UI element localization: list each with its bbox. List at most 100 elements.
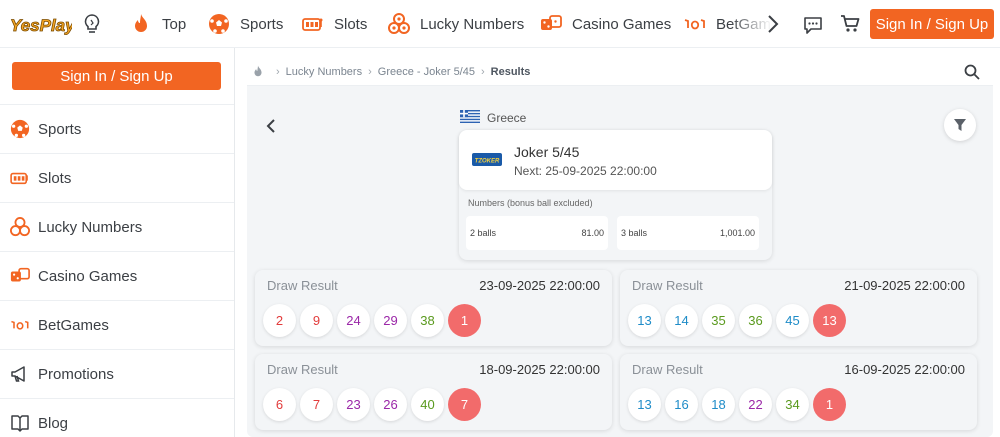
nav-top[interactable]: Top: [130, 12, 186, 36]
ball: 40: [411, 388, 444, 421]
sidebar: Sign In / Sign Up Sports Slots Lucky Num…: [0, 48, 235, 437]
ball: 7: [300, 388, 333, 421]
filter-button[interactable]: [944, 109, 976, 141]
draw-result-label: Draw Result: [267, 278, 338, 293]
odds-label: 3 balls: [621, 228, 648, 238]
flame-icon: [130, 13, 152, 35]
sidebar-item-lucky-numbers[interactable]: Lucky Numbers: [0, 202, 234, 251]
chat-icon[interactable]: [802, 14, 824, 36]
breadcrumb: › Lucky Numbers › Greece - Joker 5/45 › …: [247, 58, 993, 86]
odds-value: 1,001.00: [719, 228, 755, 238]
nav-fade-overlay: [730, 8, 790, 40]
tzoker-logo: TZOKER: [471, 150, 503, 170]
nav-casino-games[interactable]: Casino Games: [540, 12, 671, 36]
draw-result-card: Draw Result 23-09-2025 22:00:00 2 9 24 2…: [255, 270, 612, 346]
ball: 45: [776, 304, 809, 337]
sidebar-item-blog[interactable]: Blog: [0, 398, 234, 437]
ball: 13: [628, 304, 661, 337]
ball: 14: [665, 304, 698, 337]
slot-machine-icon: [302, 13, 324, 35]
sidebar-item-casino-games[interactable]: Casino Games: [0, 251, 234, 300]
megaphone-icon: [10, 364, 30, 384]
search-icon[interactable]: [964, 64, 980, 80]
nav-slots[interactable]: Slots: [302, 12, 367, 36]
draw-result-label: Draw Result: [632, 362, 703, 377]
ball: 36: [739, 304, 772, 337]
ball: 35: [702, 304, 735, 337]
betgames-icon: [684, 13, 706, 35]
next-draw-time: Next: 25-09-2025 22:00:00: [514, 164, 657, 178]
lightbulb-icon[interactable]: [82, 13, 102, 35]
sidebar-item-slots[interactable]: Slots: [0, 153, 234, 202]
lottery-balls-icon: [388, 13, 410, 35]
draw-result-label: Draw Result: [632, 278, 703, 293]
breadcrumb-results: Results: [490, 65, 531, 78]
ball: 22: [739, 388, 772, 421]
sidebar-item-sports[interactable]: Sports: [0, 104, 234, 153]
country-label: Greece: [487, 111, 527, 125]
ball: 24: [337, 304, 370, 337]
odds-value: 81.00: [581, 228, 604, 238]
ball: 13: [628, 388, 661, 421]
sidebar-item-label: Lucky Numbers: [38, 218, 143, 236]
draw-date: 21-09-2025 22:00:00: [844, 278, 965, 293]
greece-flag-icon: [460, 110, 480, 123]
signin-signup-button[interactable]: Sign In / Sign Up: [870, 9, 994, 39]
nav-sports-label: Sports: [240, 15, 284, 33]
filter-icon: [953, 118, 967, 132]
sidebar-item-label: Casino Games: [38, 267, 138, 285]
bonus-ball: 13: [813, 304, 846, 337]
top-navigation: YesPlay Top Sports Slots Lucky Numbers C…: [0, 0, 1000, 48]
back-arrow-icon[interactable]: [265, 118, 277, 134]
nav-sports[interactable]: Sports: [208, 12, 283, 36]
svg-text:YesPlay: YesPlay: [10, 16, 72, 35]
ball: 16: [665, 388, 698, 421]
ball: 38: [411, 304, 444, 337]
cart-icon[interactable]: [840, 14, 860, 34]
draw-date: 16-09-2025 22:00:00: [844, 362, 965, 377]
draw-balls: 13 14 35 36 45 13: [628, 304, 850, 337]
draw-result-card: Draw Result 18-09-2025 22:00:00 6 7 23 2…: [255, 354, 612, 430]
ball: 6: [263, 388, 296, 421]
draw-balls: 6 7 23 26 40 7: [263, 388, 485, 421]
nav-top-label: Top: [162, 15, 187, 33]
dice-icon: [540, 13, 562, 35]
breadcrumb-game[interactable]: Greece - Joker 5/45: [378, 66, 475, 78]
odds-2-balls[interactable]: 2 balls 81.00: [466, 216, 608, 250]
bonus-ball: 1: [448, 304, 481, 337]
main-content: › Lucky Numbers › Greece - Joker 5/45 › …: [247, 58, 993, 437]
home-flame-icon[interactable]: [252, 65, 264, 78]
draw-result-card: Draw Result 21-09-2025 22:00:00 13 14 35…: [620, 270, 977, 346]
draw-result-label: Draw Result: [267, 362, 338, 377]
nav-lucky-numbers[interactable]: Lucky Numbers: [388, 12, 524, 36]
ball: 9: [300, 304, 333, 337]
sidebar-item-label: Promotions: [38, 365, 114, 383]
sidebar-item-betgames[interactable]: BetGames: [0, 300, 234, 349]
ball: 26: [374, 388, 407, 421]
game-name: Joker 5/45: [514, 144, 580, 160]
game-card: TZOKER Joker 5/45 Next: 25-09-2025 22:00…: [459, 130, 772, 260]
sidebar-item-label: BetGames: [38, 316, 109, 334]
sidebar-item-promotions[interactable]: Promotions: [0, 349, 234, 398]
sidebar-signin-button[interactable]: Sign In / Sign Up: [12, 62, 221, 90]
chevron-right-icon[interactable]: [765, 13, 781, 35]
odds-3-balls[interactable]: 3 balls 1,001.00: [617, 216, 759, 250]
game-header[interactable]: TZOKER Joker 5/45 Next: 25-09-2025 22:00…: [459, 130, 772, 190]
sidebar-item-label: Blog: [38, 414, 69, 432]
odds-label: 2 balls: [470, 228, 497, 238]
svg-text:TZOKER: TZOKER: [475, 159, 500, 165]
bonus-ball: 7: [448, 388, 481, 421]
draw-result-card: Draw Result 16-09-2025 22:00:00 13 16 18…: [620, 354, 977, 430]
soccer-ball-icon: [10, 119, 30, 139]
breadcrumb-separator: ›: [368, 65, 372, 78]
blog-icon: [10, 413, 30, 433]
draw-date: 18-09-2025 22:00:00: [479, 362, 600, 377]
breadcrumb-lucky-numbers[interactable]: Lucky Numbers: [286, 66, 362, 78]
dice-icon: [10, 266, 30, 286]
ball: 29: [374, 304, 407, 337]
yesplay-logo[interactable]: YesPlay: [8, 10, 77, 38]
draw-balls: 2 9 24 29 38 1: [263, 304, 485, 337]
ball: 23: [337, 388, 370, 421]
ball: 2: [263, 304, 296, 337]
soccer-ball-icon: [208, 13, 230, 35]
